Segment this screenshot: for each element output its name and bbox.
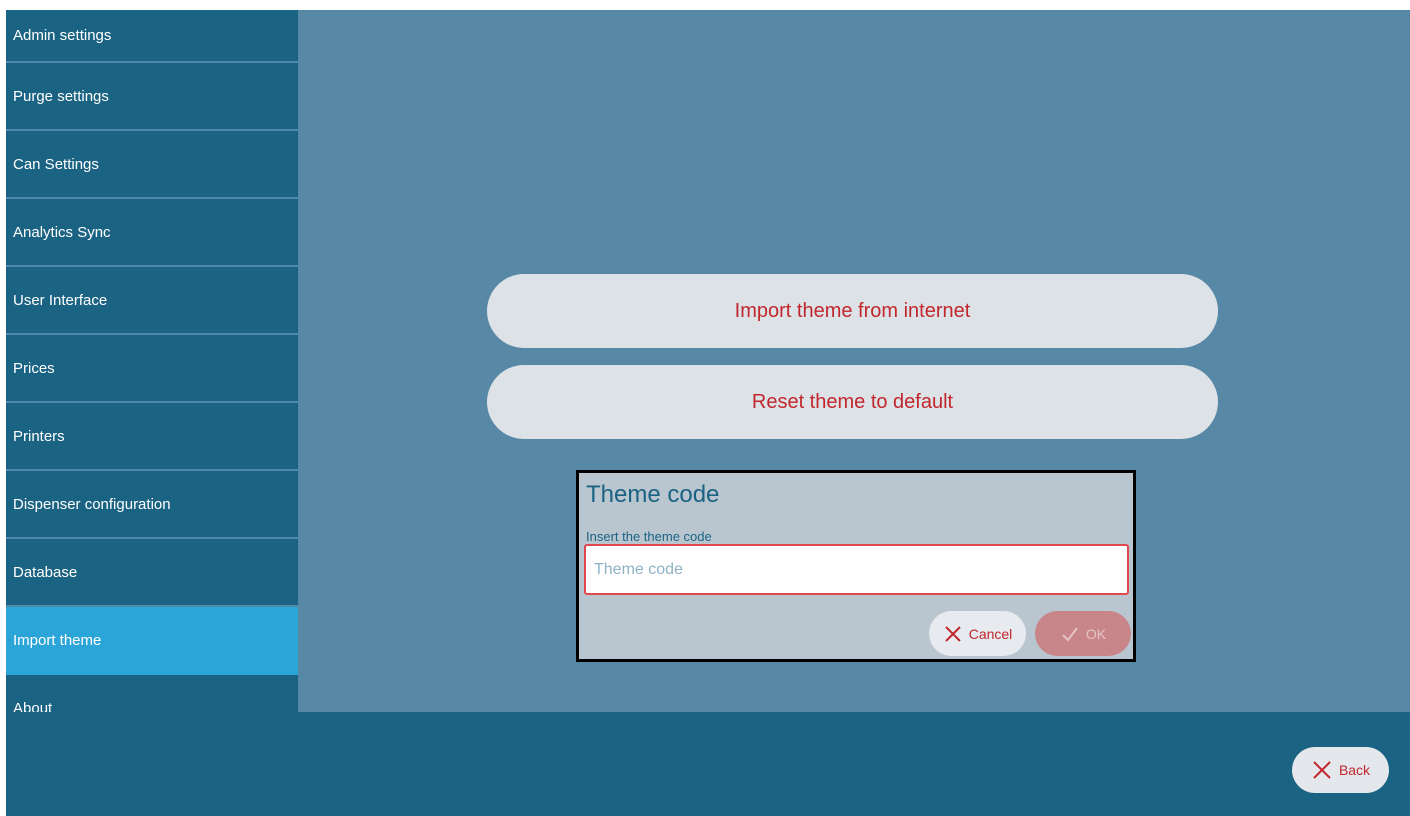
app-window: Admin settings Purge settings Can Settin… (6, 10, 1410, 816)
ok-button-label: OK (1085, 625, 1107, 642)
sidebar-item-database[interactable]: Database (6, 539, 298, 607)
sidebar-item-label: Purge settings (13, 87, 109, 105)
sidebar-item-label: Database (13, 563, 78, 581)
sidebar-item-label: Can Settings (13, 155, 99, 173)
theme-code-input[interactable] (584, 544, 1129, 595)
back-button[interactable]: Back (1292, 747, 1389, 793)
sidebar-item-admin-settings[interactable]: Admin settings (6, 10, 298, 63)
back-button-label: Back (1338, 762, 1371, 778)
cancel-button[interactable]: Cancel (929, 611, 1026, 656)
sidebar-item-dispenser-configuration[interactable]: Dispenser configuration (6, 471, 298, 539)
sidebar-item-purge-settings[interactable]: Purge settings (6, 63, 298, 131)
sidebar-item-label: Import theme (13, 631, 102, 649)
main-panel: Import theme from internet Reset theme t… (298, 10, 1410, 712)
sidebar-item-label: User Interface (13, 291, 108, 309)
sidebar-item-import-theme[interactable]: Import theme (6, 607, 298, 675)
sidebar: Admin settings Purge settings Can Settin… (6, 10, 298, 712)
sidebar-item-analytics-sync[interactable]: Analytics Sync (6, 199, 298, 267)
sidebar-item-label: Dispenser configuration (13, 495, 171, 513)
cancel-button-label: Cancel (968, 625, 1013, 642)
sidebar-item-label: Printers (13, 427, 65, 445)
dialog-title: Theme code (586, 481, 720, 508)
sidebar-item-label: About (13, 699, 53, 713)
sidebar-item-label: Admin settings (13, 27, 112, 44)
dialog-field-label: Insert the theme code (586, 529, 712, 544)
close-icon (1311, 759, 1333, 781)
reset-theme-button[interactable]: Reset theme to default (487, 365, 1218, 439)
check-icon (1060, 624, 1080, 644)
sidebar-item-label: Analytics Sync (13, 223, 111, 241)
sidebar-item-user-interface[interactable]: User Interface (6, 267, 298, 335)
sidebar-item-printers[interactable]: Printers (6, 403, 298, 471)
theme-code-dialog: Theme code Insert the theme code Cancel … (576, 470, 1136, 662)
close-icon (943, 624, 963, 644)
sidebar-item-prices[interactable]: Prices (6, 335, 298, 403)
reset-theme-button-label: Reset theme to default (751, 390, 954, 413)
import-theme-button[interactable]: Import theme from internet (487, 274, 1218, 348)
sidebar-item-can-settings[interactable]: Can Settings (6, 131, 298, 199)
import-theme-button-label: Import theme from internet (734, 299, 971, 322)
footer-bar: Back (6, 712, 1410, 816)
sidebar-item-label: Prices (13, 359, 55, 377)
sidebar-item-about[interactable]: About (6, 675, 298, 713)
ok-button[interactable]: OK (1035, 611, 1131, 656)
